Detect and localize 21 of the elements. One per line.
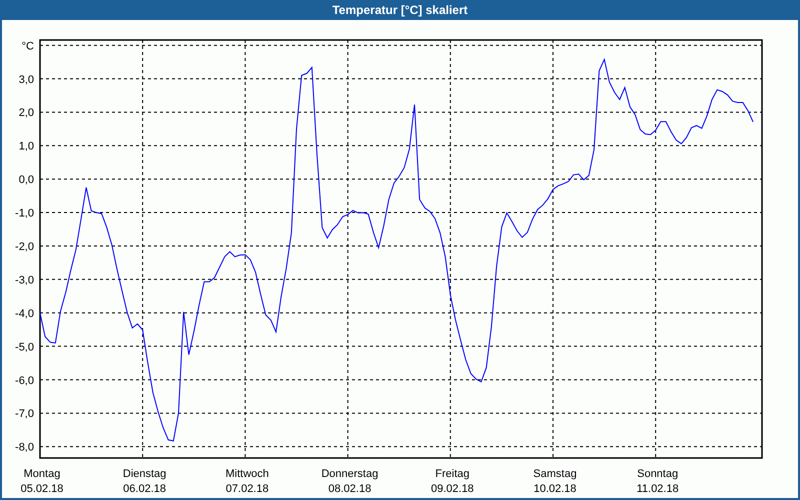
x-tick-label: Sonntag 11.02.18 bbox=[636, 468, 679, 495]
y-tick-label: -5,0 bbox=[15, 341, 34, 354]
x-tick-label: Donnerstag 08.02.18 bbox=[321, 468, 378, 495]
window-title: Temperatur [°C] skaliert bbox=[332, 2, 468, 19]
x-tick-label: Dienstag 06.02.18 bbox=[122, 468, 166, 495]
x-tick-label: Samstag 10.02.18 bbox=[533, 468, 577, 495]
y-tick-label: 2,0 bbox=[18, 107, 34, 120]
y-tick-label: -8,0 bbox=[15, 442, 34, 454]
y-tick-label: -6,0 bbox=[15, 374, 34, 387]
y-tick-label: °C bbox=[22, 40, 34, 52]
y-tick-label: -7,0 bbox=[15, 408, 34, 420]
y-tick-label: -3,0 bbox=[15, 274, 34, 286]
y-tick-label: -2,0 bbox=[15, 241, 34, 253]
y-tick-label: 0,0 bbox=[18, 174, 34, 186]
x-tick-label: Freitag 09.02.18 bbox=[431, 468, 474, 495]
y-tick-label: -1,0 bbox=[15, 208, 34, 220]
y-tick-label: 3,0 bbox=[18, 74, 34, 86]
x-tick-label: Montag 05.02.18 bbox=[20, 468, 64, 495]
y-tick-label: -4,0 bbox=[15, 308, 34, 320]
y-tick-label: 1,0 bbox=[18, 140, 34, 153]
x-tick-label: Mittwoch 07.02.18 bbox=[226, 468, 269, 495]
